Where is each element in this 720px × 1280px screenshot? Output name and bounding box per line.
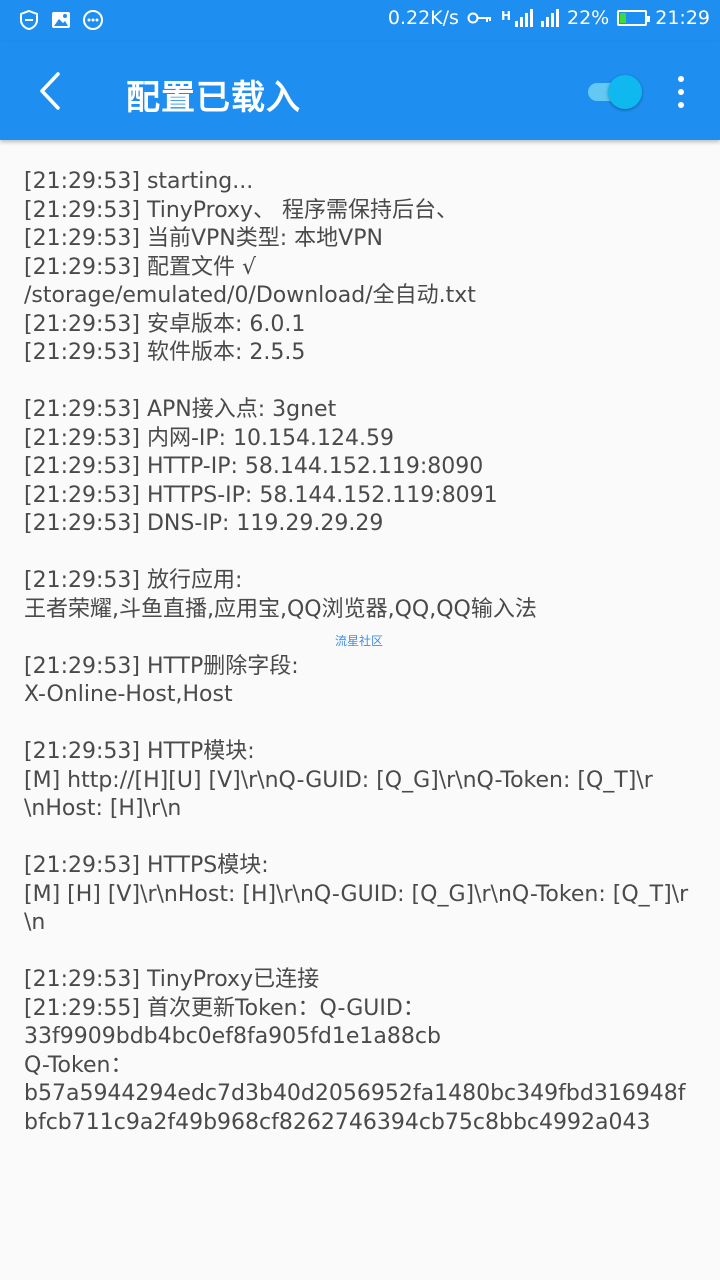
status-bar-system-icons: 0.22K/s H 22% 21:29 bbox=[388, 7, 710, 29]
log-line: [21:29:53] DNS-IP: 119.29.29.29 bbox=[24, 511, 384, 536]
status-bar: 0.22K/s H 22% 21:29 bbox=[0, 0, 720, 42]
shield-icon bbox=[20, 9, 38, 31]
net-speed: 0.22K/s bbox=[387, 7, 459, 29]
log-blank-line bbox=[24, 938, 700, 967]
log-line: 33f9909bdb4bc0ef8fa905fd1e1a88cb bbox=[24, 1024, 441, 1049]
log-line: [21:29:53] 当前VPN类型: 本地VPN bbox=[24, 226, 383, 251]
log-blank-line bbox=[24, 710, 700, 739]
log-line: [21:29:53] APN接入点: 3gnet bbox=[24, 397, 337, 422]
watermark: 流星社区 bbox=[335, 634, 384, 648]
back-arrow-icon[interactable] bbox=[30, 66, 78, 116]
image-icon bbox=[52, 12, 70, 28]
vpn-toggle-switch[interactable] bbox=[584, 72, 646, 112]
log-output: [21:29:53] starting... [21:29:53] TinyPro… bbox=[24, 168, 700, 1137]
status-bar-notification-icons bbox=[18, 9, 104, 31]
log-line: [M] http://[H][U] [V]\r\nQ-GUID: [Q_G]\r… bbox=[24, 767, 653, 793]
log-line: \n bbox=[24, 910, 46, 935]
log-line: \nHost: [H]\r\n bbox=[24, 796, 182, 821]
signal-strength-icon-2 bbox=[541, 9, 559, 27]
log-line: [21:29:53] HTTP模块: bbox=[24, 739, 255, 764]
log-line: [21:29:53] HTTPS模块: bbox=[24, 853, 269, 878]
log-line: Q-Token： bbox=[24, 1052, 133, 1078]
battery-icon bbox=[617, 10, 651, 26]
log-line: [21:29:53] 放行应用: bbox=[24, 568, 243, 593]
log-line: [21:29:53] 内网-IP: 10.154.124.59 bbox=[24, 425, 395, 451]
toggle-thumb bbox=[608, 75, 642, 109]
log-line: 王者荣耀,斗鱼直播,应用宝,QQ浏览器,QQ,QQ输入法 bbox=[24, 596, 537, 622]
log-line: [21:29:53] 软件版本: 2.5.5 bbox=[24, 340, 306, 365]
log-line: [21:29:55] 首次更新Token：Q-GUID： bbox=[24, 995, 425, 1021]
log-line: [21:29:53] 配置文件 √ bbox=[24, 254, 256, 280]
log-line: [21:29:53] HTTP-IP: 58.144.152.119:8090 bbox=[24, 454, 484, 479]
signal-strength-icon-1: H bbox=[501, 9, 533, 27]
page-title: 配置已载入 bbox=[126, 78, 301, 118]
log-line: /storage/emulated/0/Download/全自动.txt bbox=[24, 283, 476, 308]
log-blank-line bbox=[24, 539, 700, 568]
log-line: [21:29:53] HTTPS-IP: 58.144.152.119:8091 bbox=[24, 482, 498, 508]
log-blank-line bbox=[24, 824, 700, 853]
log-line: [21:29:53] starting... bbox=[24, 169, 254, 194]
log-line: [21:29:53] TinyProxy、 程序需保持后台、 bbox=[24, 197, 459, 223]
more-options-icon[interactable] bbox=[668, 72, 694, 112]
log-line: b57a5944294edc7d3b40d2056952fa1480bc349f… bbox=[24, 1081, 686, 1106]
log-line: bfcb711c9a2f49b968cf8262746394cb75c8bbc4… bbox=[24, 1109, 651, 1135]
app-bar: 配置已载入 bbox=[0, 42, 720, 140]
log-line: [21:29:53] 安卓版本: 6.0.1 bbox=[24, 311, 306, 337]
log-line: [M] [H] [V]\r\nHost: [H]\r\nQ-GUID: [Q_G… bbox=[24, 881, 689, 907]
log-blank-line bbox=[24, 368, 700, 397]
battery-percent: 22% bbox=[567, 7, 610, 29]
log-line: [21:29:53] TinyProxy已连接 bbox=[24, 967, 320, 992]
signal-type-label: H bbox=[500, 9, 511, 23]
vpn-key-icon bbox=[467, 12, 491, 24]
log-line: [21:29:53] HTTP删除字段: bbox=[24, 653, 299, 679]
message-icon bbox=[83, 10, 103, 30]
log-line: X-Online-Host,Host bbox=[24, 682, 233, 707]
clock: 21:29 bbox=[655, 7, 710, 29]
